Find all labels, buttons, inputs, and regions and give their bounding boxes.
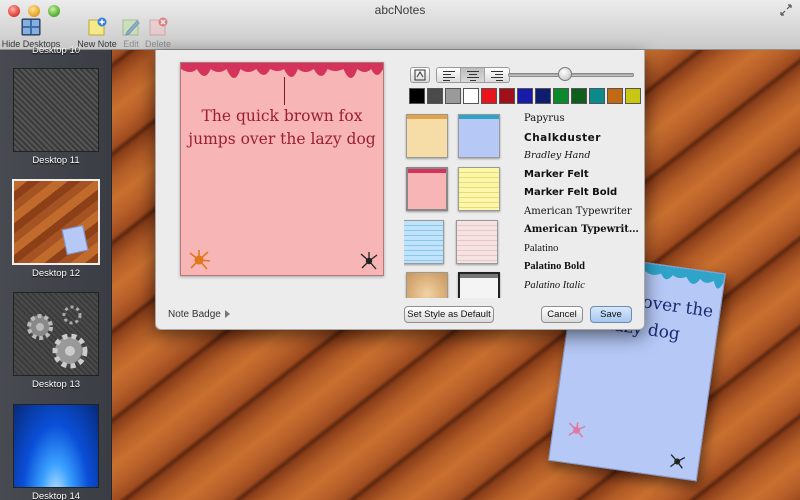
cancel-button[interactable]: Cancel xyxy=(541,306,583,323)
color-swatch-0[interactable] xyxy=(409,88,425,104)
desktop-13-thumbnail xyxy=(13,292,99,376)
font-item[interactable]: American Typewriter xyxy=(524,203,639,222)
color-swatch-11[interactable] xyxy=(607,88,623,104)
desktop-13-item[interactable]: Desktop 13 xyxy=(12,292,100,390)
fullscreen-icon[interactable] xyxy=(780,4,792,16)
desktop-14-item[interactable]: Desktop 14 xyxy=(12,404,100,500)
align-left-icon xyxy=(443,71,455,82)
desktop-11-item[interactable]: Desktop 11 xyxy=(12,68,100,166)
font-item[interactable]: Marker Felt xyxy=(524,166,639,185)
color-swatch-10[interactable] xyxy=(589,88,605,104)
window-title: abcNotes xyxy=(374,3,426,17)
note-badge-disclosure[interactable]: Note Badge xyxy=(168,309,230,320)
note-style-grid xyxy=(404,112,514,298)
note-style-blue-lined[interactable] xyxy=(404,220,444,264)
color-swatches xyxy=(409,88,641,104)
note-style-white-clip[interactable] xyxy=(458,272,500,298)
align-right-button[interactable] xyxy=(485,68,509,82)
note-thumbnail xyxy=(61,224,89,256)
desktop-10-label: Desktop 10 xyxy=(31,45,81,56)
desktop-11-label: Desktop 11 xyxy=(32,155,80,166)
note-style-blue[interactable] xyxy=(458,114,500,158)
font-item[interactable]: Palatino xyxy=(524,240,639,259)
note-preview: The quick brown fox jumps over the lazy … xyxy=(180,62,384,276)
desktops-sidebar: Desktop 10 Desktop 11 Desktop 12 Desktop… xyxy=(0,45,112,500)
desktop-12-item[interactable]: Desktop 12 xyxy=(12,179,100,279)
orange-splat-icon xyxy=(189,250,211,270)
text-caret xyxy=(284,77,285,105)
desktop-11-thumbnail xyxy=(13,68,99,152)
ink-splat-icon xyxy=(670,454,686,469)
splat-icon xyxy=(568,422,586,438)
color-swatch-5[interactable] xyxy=(499,88,515,104)
desktop-14-thumbnail xyxy=(13,404,99,488)
ink-splat-icon xyxy=(360,252,378,270)
font-item[interactable]: Palatino Bold xyxy=(524,258,639,277)
color-swatch-8[interactable] xyxy=(553,88,569,104)
align-center-button[interactable] xyxy=(461,68,485,82)
align-right-icon xyxy=(491,71,503,82)
font-item[interactable]: Bradley Hand xyxy=(524,147,639,166)
font-size-slider-knob[interactable] xyxy=(557,67,572,81)
note-style-pink-selected[interactable] xyxy=(406,167,448,211)
font-item[interactable]: Palatino Italic xyxy=(524,277,639,296)
delete-icon xyxy=(147,17,169,37)
text-style-button[interactable] xyxy=(410,67,430,83)
desktop-14-label: Desktop 14 xyxy=(31,491,81,500)
font-item[interactable]: American Typewrit… xyxy=(524,221,639,240)
set-style-default-button[interactable]: Set Style as Default xyxy=(404,306,494,323)
desktop-12-label: Desktop 12 xyxy=(31,268,81,279)
disclosure-triangle-icon xyxy=(224,310,230,319)
drip-decoration xyxy=(181,63,383,78)
color-swatch-12[interactable] xyxy=(625,88,641,104)
color-swatch-9[interactable] xyxy=(571,88,587,104)
note-style-pink-lined[interactable] xyxy=(456,220,498,264)
note-badge-label: Note Badge xyxy=(168,309,221,320)
delete-button[interactable]: Delete xyxy=(127,17,189,49)
align-center-icon xyxy=(467,71,479,82)
note-style-sheet: The quick brown fox jumps over the lazy … xyxy=(155,50,645,330)
color-swatch-4[interactable] xyxy=(481,88,497,104)
color-swatch-6[interactable] xyxy=(517,88,533,104)
note-style-parchment[interactable] xyxy=(406,272,448,298)
desktop-12-thumbnail xyxy=(12,179,100,265)
color-swatch-2[interactable] xyxy=(445,88,461,104)
font-item[interactable]: Marker Felt Bold xyxy=(524,184,639,203)
window-titlebar: abcNotes Hide Desktops New Note Edit Del… xyxy=(0,0,800,50)
preview-text: The quick brown fox jumps over the lazy … xyxy=(188,107,376,148)
note-style-peach[interactable] xyxy=(406,114,448,158)
font-item[interactable]: Palatino Bold Italic xyxy=(524,295,639,296)
font-list: Papyrus Chalkduster Bradley Hand Marker Fel… xyxy=(524,110,639,296)
save-button[interactable]: Save xyxy=(590,306,632,323)
font-item[interactable]: Chalkduster xyxy=(524,129,639,148)
font-item[interactable]: Papyrus xyxy=(524,110,639,129)
desktop-13-label: Desktop 13 xyxy=(31,379,81,390)
color-swatch-1[interactable] xyxy=(427,88,443,104)
align-left-button[interactable] xyxy=(437,68,461,82)
color-swatch-7[interactable] xyxy=(535,88,551,104)
note-style-yellow-lined[interactable] xyxy=(458,167,500,211)
gears-icon xyxy=(27,305,88,369)
delete-label: Delete xyxy=(144,39,171,49)
text-style-icon xyxy=(414,69,426,81)
desktops-icon xyxy=(20,17,42,37)
alignment-segmented-control xyxy=(436,67,510,83)
color-swatch-3[interactable] xyxy=(463,88,479,104)
